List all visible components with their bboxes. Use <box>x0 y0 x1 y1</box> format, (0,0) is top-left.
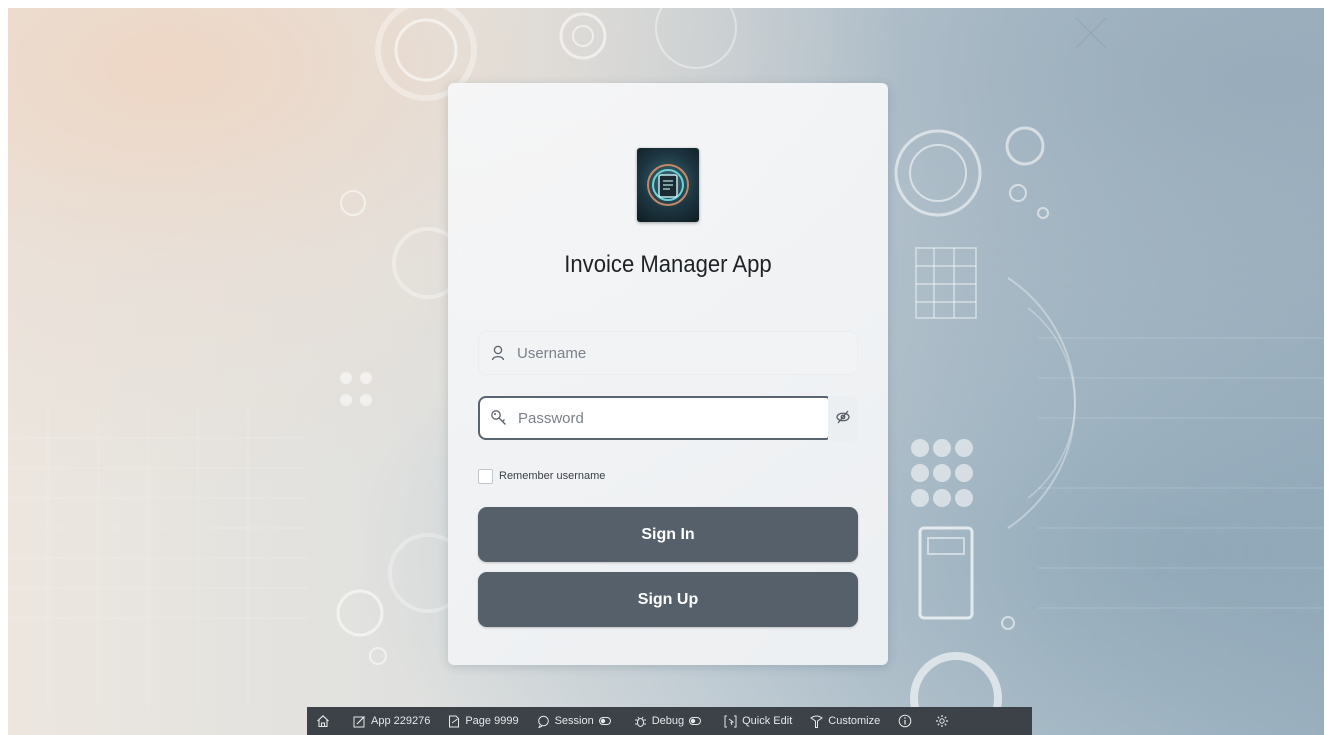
sign-in-button[interactable]: Sign In <box>478 507 858 562</box>
bug-icon <box>634 716 646 727</box>
page-icon <box>449 715 460 727</box>
customize-button[interactable]: Customize <box>801 707 889 735</box>
debug-button[interactable]: Debug <box>625 707 715 735</box>
edit-app-icon <box>353 715 365 727</box>
password-placeholder: Password <box>518 409 584 427</box>
session-icon <box>537 715 549 728</box>
remember-label: Remember username <box>499 470 606 482</box>
info-icon <box>898 714 912 728</box>
gear-icon <box>936 715 949 727</box>
logo-graphic <box>647 164 689 206</box>
quick-edit-button[interactable]: Quick Edit <box>715 707 801 735</box>
password-field[interactable]: Password <box>478 396 830 440</box>
debug-toggle-icon <box>689 717 702 725</box>
key-icon <box>480 409 518 427</box>
app-logo <box>637 148 699 222</box>
session-toggle-icon <box>598 717 611 725</box>
session-label: Session <box>554 715 594 727</box>
eye-slash-icon <box>835 410 851 429</box>
username-field[interactable]: Username <box>478 331 858 375</box>
session-button[interactable]: Session <box>528 707 625 735</box>
debug-label: Debug <box>651 715 685 727</box>
customize-label: Customize <box>828 715 881 727</box>
quick-edit-label: Quick Edit <box>742 715 793 727</box>
developer-toolbar: App 229276 Page 9999 Session Debug Quick… <box>307 707 1032 735</box>
app-title: Invoice Manager App <box>564 251 772 278</box>
remember-username[interactable]: Remember username <box>478 467 605 485</box>
settings-button[interactable] <box>926 707 963 735</box>
info-button[interactable] <box>889 707 926 735</box>
home-button[interactable] <box>307 707 344 735</box>
app-label: App 229276 <box>371 715 431 727</box>
login-card: Invoice Manager App Username Password Re… <box>448 83 888 665</box>
page-label: Page 9999 <box>465 715 519 727</box>
sign-up-button[interactable]: Sign Up <box>478 572 858 627</box>
remember-checkbox[interactable] <box>478 468 493 484</box>
show-password-button[interactable] <box>828 396 858 442</box>
app-button[interactable]: App 229276 <box>344 707 439 735</box>
user-icon <box>479 345 517 361</box>
home-icon <box>317 715 329 728</box>
quick-edit-icon <box>724 715 737 727</box>
username-placeholder: Username <box>517 344 587 362</box>
customize-icon <box>810 715 824 728</box>
page: Invoice Manager App Username Password Re… <box>0 0 1332 735</box>
page-button[interactable]: Page 9999 <box>439 707 527 735</box>
